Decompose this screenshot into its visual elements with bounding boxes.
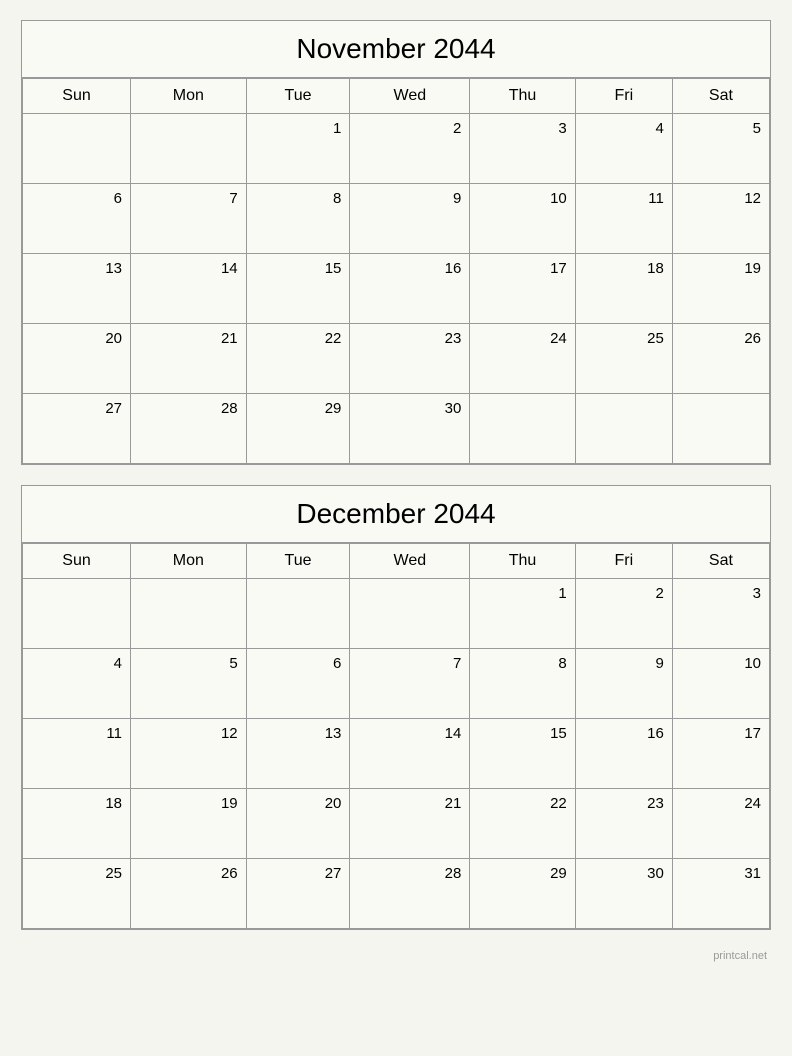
calendar-day: 19 (672, 254, 769, 324)
day-header-mon: Mon (131, 544, 247, 579)
calendar-day (575, 394, 672, 464)
calendar-day: 26 (672, 324, 769, 394)
calendar-day: 27 (246, 859, 350, 929)
week-row: 12345 (23, 114, 770, 184)
calendar-day: 28 (350, 859, 470, 929)
week-row: 11121314151617 (23, 719, 770, 789)
calendar-day: 22 (246, 324, 350, 394)
calendar-day: 8 (470, 649, 575, 719)
day-header-sun: Sun (23, 79, 131, 114)
calendar-day: 26 (131, 859, 247, 929)
calendar-day: 25 (575, 324, 672, 394)
calendar-day: 21 (131, 324, 247, 394)
december-calendar: December 2044 SunMonTueWedThuFriSat 1234… (21, 485, 771, 930)
calendar-day: 7 (131, 184, 247, 254)
day-header-thu: Thu (470, 544, 575, 579)
calendar-day (350, 579, 470, 649)
day-header-fri: Fri (575, 79, 672, 114)
calendar-day: 27 (23, 394, 131, 464)
calendar-day: 6 (246, 649, 350, 719)
calendar-day (246, 579, 350, 649)
calendar-day: 16 (575, 719, 672, 789)
day-header-sat: Sat (672, 79, 769, 114)
calendar-day: 4 (575, 114, 672, 184)
calendar-day: 11 (23, 719, 131, 789)
calendar-day: 23 (575, 789, 672, 859)
calendar-day: 17 (672, 719, 769, 789)
week-row: 13141516171819 (23, 254, 770, 324)
november-title: November 2044 (22, 21, 770, 78)
week-row: 18192021222324 (23, 789, 770, 859)
day-header-tue: Tue (246, 79, 350, 114)
calendar-day: 3 (672, 579, 769, 649)
calendar-day: 29 (470, 859, 575, 929)
calendar-day: 15 (246, 254, 350, 324)
day-header-mon: Mon (131, 79, 247, 114)
calendar-day: 13 (23, 254, 131, 324)
calendar-day: 24 (470, 324, 575, 394)
calendar-day (23, 114, 131, 184)
day-header-fri: Fri (575, 544, 672, 579)
calendar-day: 1 (246, 114, 350, 184)
calendar-day: 9 (350, 184, 470, 254)
calendar-day: 30 (350, 394, 470, 464)
calendar-day: 12 (672, 184, 769, 254)
calendar-day: 18 (23, 789, 131, 859)
calendar-day: 20 (246, 789, 350, 859)
week-row: 27282930 (23, 394, 770, 464)
calendar-day: 5 (131, 649, 247, 719)
day-header-thu: Thu (470, 79, 575, 114)
day-header-tue: Tue (246, 544, 350, 579)
calendar-day (23, 579, 131, 649)
watermark: printcal.net (21, 950, 771, 962)
calendar-day (672, 394, 769, 464)
calendar-day: 7 (350, 649, 470, 719)
day-header-sun: Sun (23, 544, 131, 579)
calendar-day: 6 (23, 184, 131, 254)
day-header-sat: Sat (672, 544, 769, 579)
calendar-day: 30 (575, 859, 672, 929)
calendar-day: 1 (470, 579, 575, 649)
calendar-day: 13 (246, 719, 350, 789)
calendar-day: 3 (470, 114, 575, 184)
calendar-day: 2 (575, 579, 672, 649)
calendar-day: 29 (246, 394, 350, 464)
calendar-day: 15 (470, 719, 575, 789)
calendar-day: 21 (350, 789, 470, 859)
calendar-day (131, 114, 247, 184)
calendar-day (131, 579, 247, 649)
calendar-day: 2 (350, 114, 470, 184)
calendar-day: 16 (350, 254, 470, 324)
december-title: December 2044 (22, 486, 770, 543)
week-row: 123 (23, 579, 770, 649)
calendar-day: 25 (23, 859, 131, 929)
calendar-day (470, 394, 575, 464)
calendar-day: 8 (246, 184, 350, 254)
november-calendar: November 2044 SunMonTueWedThuFriSat 1234… (21, 20, 771, 465)
calendar-day: 19 (131, 789, 247, 859)
calendar-day: 11 (575, 184, 672, 254)
calendar-day: 9 (575, 649, 672, 719)
week-row: 25262728293031 (23, 859, 770, 929)
calendar-day: 28 (131, 394, 247, 464)
calendar-day: 24 (672, 789, 769, 859)
calendar-day: 18 (575, 254, 672, 324)
calendar-day: 14 (131, 254, 247, 324)
day-header-wed: Wed (350, 79, 470, 114)
calendar-day: 5 (672, 114, 769, 184)
calendar-day: 31 (672, 859, 769, 929)
calendar-day: 10 (672, 649, 769, 719)
day-header-wed: Wed (350, 544, 470, 579)
calendar-day: 10 (470, 184, 575, 254)
calendar-day: 20 (23, 324, 131, 394)
calendar-day: 12 (131, 719, 247, 789)
calendar-day: 4 (23, 649, 131, 719)
calendar-day: 23 (350, 324, 470, 394)
calendar-day: 17 (470, 254, 575, 324)
calendar-day: 22 (470, 789, 575, 859)
calendar-day: 14 (350, 719, 470, 789)
week-row: 6789101112 (23, 184, 770, 254)
week-row: 45678910 (23, 649, 770, 719)
week-row: 20212223242526 (23, 324, 770, 394)
